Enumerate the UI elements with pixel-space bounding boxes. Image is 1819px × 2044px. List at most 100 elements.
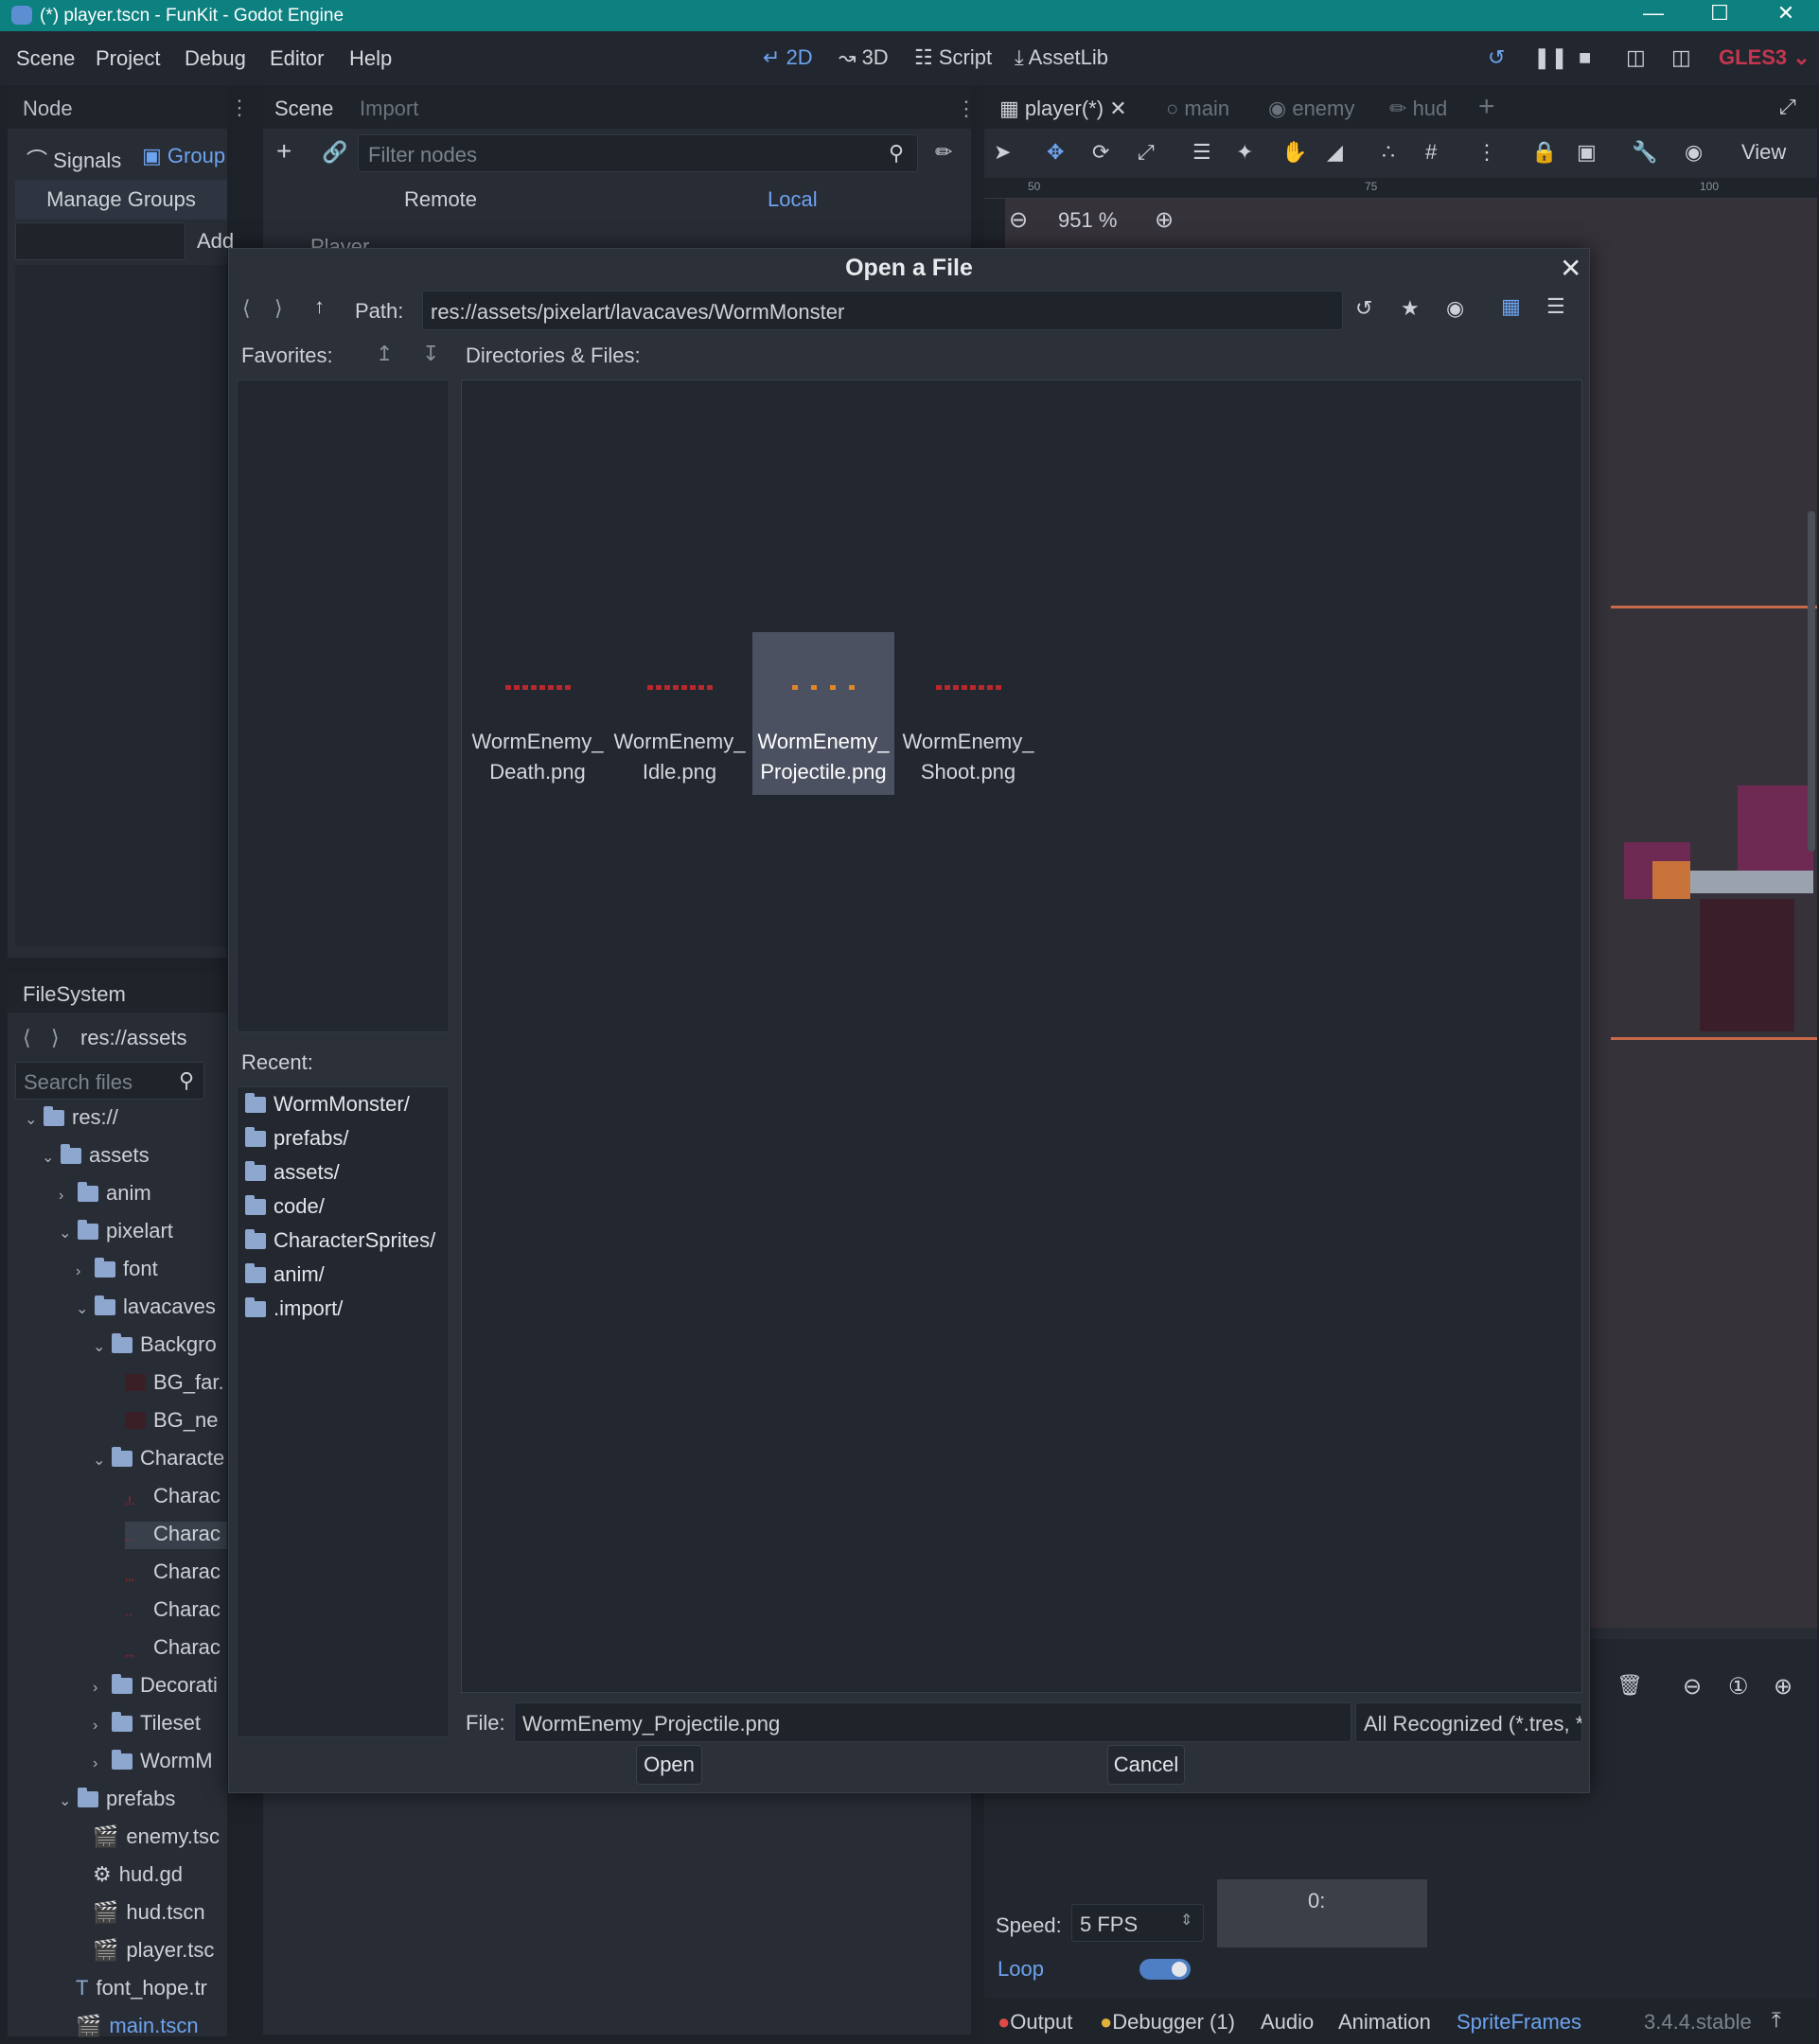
pause-icon[interactable]: ❚❚ [1533, 45, 1568, 70]
tree-item-decorations[interactable]: › Decorati [93, 1673, 218, 1698]
file-item-shoot[interactable]: WormEnemy_ Shoot.png [897, 632, 1039, 795]
rotate-tool-icon[interactable]: ⟳ [1092, 140, 1109, 165]
more-options-icon[interactable]: ⋮ [1476, 140, 1497, 165]
menu-debug[interactable]: Debug [185, 46, 246, 71]
renderer-select[interactable]: GLES3 ⌄ [1719, 45, 1810, 70]
close-icon[interactable]: ✕ [1560, 253, 1581, 284]
tree-item-wormmonster[interactable]: › WormM [93, 1749, 213, 1773]
tab-main[interactable]: ○ main [1166, 97, 1229, 121]
tab-player[interactable]: ▦ player(*) ✕ [999, 97, 1127, 121]
zoom-reset-frames-icon[interactable]: ① [1728, 1673, 1749, 1700]
link-icon[interactable]: 🔗 [322, 140, 347, 165]
view-menu[interactable]: View [1741, 140, 1786, 165]
snap-icon[interactable]: ∴ [1382, 140, 1395, 165]
search-files-input[interactable]: Search files ⚲ [15, 1062, 204, 1100]
scene-dock-options-icon[interactable]: ⋮ [956, 97, 977, 121]
workspace-2d[interactable]: ↵ 2D [763, 45, 813, 70]
scene-script-icon[interactable]: ✏ [935, 140, 952, 165]
recent-item-import[interactable]: .import/ [245, 1292, 444, 1326]
add-node-icon[interactable]: + [276, 136, 291, 167]
recent-item-wormmonster[interactable]: WormMonster/ [245, 1087, 444, 1121]
pan-icon[interactable]: ✋ [1281, 140, 1307, 165]
dock-options-icon[interactable]: ⋮ [229, 96, 250, 120]
file-item-idle[interactable]: WormEnemy_ Idle.png [609, 632, 751, 795]
show-hidden-icon[interactable]: ◉ [1446, 296, 1464, 321]
player-sprite[interactable] [1624, 785, 1813, 1031]
grid-view-icon[interactable]: ▦ [1501, 294, 1521, 319]
forward-icon[interactable]: ⟩ [51, 1026, 60, 1050]
tree-item-enemy-scene[interactable]: 🎬 enemy.tsc [93, 1824, 220, 1849]
zoom-out-icon[interactable]: ⊖ [1009, 206, 1028, 234]
tree-item-hud-scene[interactable]: 🎬 hud.tscn [93, 1900, 205, 1925]
tree-item-charac-4[interactable]: ·· Charac [125, 1597, 221, 1625]
tab-spriteframes[interactable]: SpriteFrames [1457, 2010, 1581, 2035]
scale-tool-icon[interactable]: ⤢ [1138, 140, 1155, 165]
tab-output[interactable]: ●Output [998, 2010, 1072, 2035]
reload-icon[interactable]: ↺ [1488, 45, 1505, 70]
zoom-in-frames-icon[interactable]: ⊕ [1774, 1673, 1793, 1700]
tree-item-background[interactable]: ⌄ Backgro [93, 1332, 217, 1357]
tree-item-charac-1[interactable]: .!. Charac [125, 1484, 221, 1511]
workspace-3d[interactable]: ↝ 3D [839, 45, 889, 70]
menu-help[interactable]: Help [349, 46, 392, 71]
tree-item-charac-3[interactable]: ,,, Charac [125, 1559, 221, 1587]
loop-toggle[interactable] [1139, 1959, 1191, 1980]
tab-debugger[interactable]: ●Debugger (1) [1100, 2010, 1235, 2035]
recent-item-prefabs[interactable]: prefabs/ [245, 1121, 444, 1155]
maximize-icon[interactable]: ☐ [1687, 0, 1753, 31]
tab-node[interactable]: Node [23, 97, 73, 121]
tree-item-charac-2[interactable]: ·· Charac [125, 1522, 227, 1549]
filesystem-path[interactable]: res://assets [80, 1026, 186, 1050]
tree-item-pixelart[interactable]: ⌄ pixelart [59, 1219, 173, 1243]
zoom-level[interactable]: 951 % [1058, 208, 1117, 233]
zoom-in-icon[interactable]: ⊕ [1155, 206, 1174, 234]
move-favorite-down-icon[interactable]: ↧ [422, 342, 439, 366]
add-tab-icon[interactable]: + [1478, 91, 1495, 123]
group-tab[interactable]: ▣ Group [142, 144, 225, 168]
manage-groups-button[interactable]: Manage Groups [15, 180, 227, 220]
camera-icon[interactable]: ◉ [1685, 140, 1703, 165]
fullscreen-icon[interactable]: ⤢ [1779, 95, 1796, 119]
tree-item-res[interactable]: ⌄ res:// [25, 1105, 118, 1130]
play-custom-icon[interactable]: ◫ [1671, 45, 1691, 70]
tab-import[interactable]: Import [360, 97, 418, 121]
tree-item-hud-script[interactable]: ⚙ hud.gd [93, 1862, 183, 1887]
refresh-icon[interactable]: ↺ [1355, 296, 1372, 321]
play-scene-icon[interactable]: ◫ [1626, 45, 1646, 70]
file-name-input[interactable]: WormEnemy_Projectile.png [514, 1702, 1351, 1742]
tab-scene[interactable]: Scene [274, 97, 333, 121]
tab-audio[interactable]: Audio [1261, 2010, 1314, 2035]
tree-item-main-scene[interactable]: 🎬 main.tscn [76, 2014, 199, 2038]
grid-snap-icon[interactable]: # [1425, 140, 1437, 165]
select-tool-icon[interactable]: ➤ [994, 140, 1011, 165]
tab-enemy[interactable]: ◉ enemy [1268, 97, 1354, 121]
workspace-script[interactable]: ☷ Script [914, 45, 992, 70]
recent-item-assets[interactable]: assets/ [245, 1155, 444, 1189]
recent-item-charactersprites[interactable]: CharacterSprites/ [245, 1224, 444, 1258]
remote-button[interactable]: Remote [404, 187, 477, 212]
file-item-projectile[interactable]: WormEnemy_ Projectile.png [752, 632, 894, 795]
viewport-scrollbar[interactable] [1808, 511, 1815, 852]
filter-nodes-input[interactable]: Filter nodes ⚲ [358, 134, 918, 172]
ruler-icon[interactable]: ◢ [1327, 140, 1343, 165]
zoom-out-frames-icon[interactable]: ⊖ [1683, 1673, 1702, 1700]
tree-item-assets[interactable]: ⌄ assets [42, 1143, 150, 1168]
list-view-icon[interactable]: ☰ [1546, 294, 1565, 319]
menu-scene[interactable]: Scene [16, 46, 75, 71]
back-icon[interactable]: ⟨ [23, 1026, 31, 1050]
tree-item-charactersprites[interactable]: ⌄ Characte [93, 1446, 224, 1471]
list-select-icon[interactable]: ☰ [1192, 140, 1211, 165]
speed-input[interactable]: 5 FPS ⇕ [1071, 1904, 1204, 1942]
menu-project[interactable]: Project [96, 46, 160, 71]
close-tab-icon[interactable]: ✕ [1109, 97, 1126, 120]
favorite-star-icon[interactable]: ★ [1401, 296, 1420, 321]
back-icon[interactable]: ⟨ [242, 296, 251, 321]
tree-item-charac-5[interactable]: ,,, Charac [125, 1635, 221, 1663]
stop-icon[interactable]: ■ [1579, 45, 1591, 70]
signals-tab[interactable]: ⌒ Signals [26, 144, 121, 174]
close-window-icon[interactable]: ✕ [1753, 0, 1819, 31]
group-nodes-icon[interactable]: ▣ [1577, 140, 1597, 165]
file-item-death[interactable]: WormEnemy_ Death.png [467, 632, 609, 795]
favorites-list[interactable] [237, 379, 450, 1032]
tree-item-anim[interactable]: › anim [59, 1181, 151, 1206]
